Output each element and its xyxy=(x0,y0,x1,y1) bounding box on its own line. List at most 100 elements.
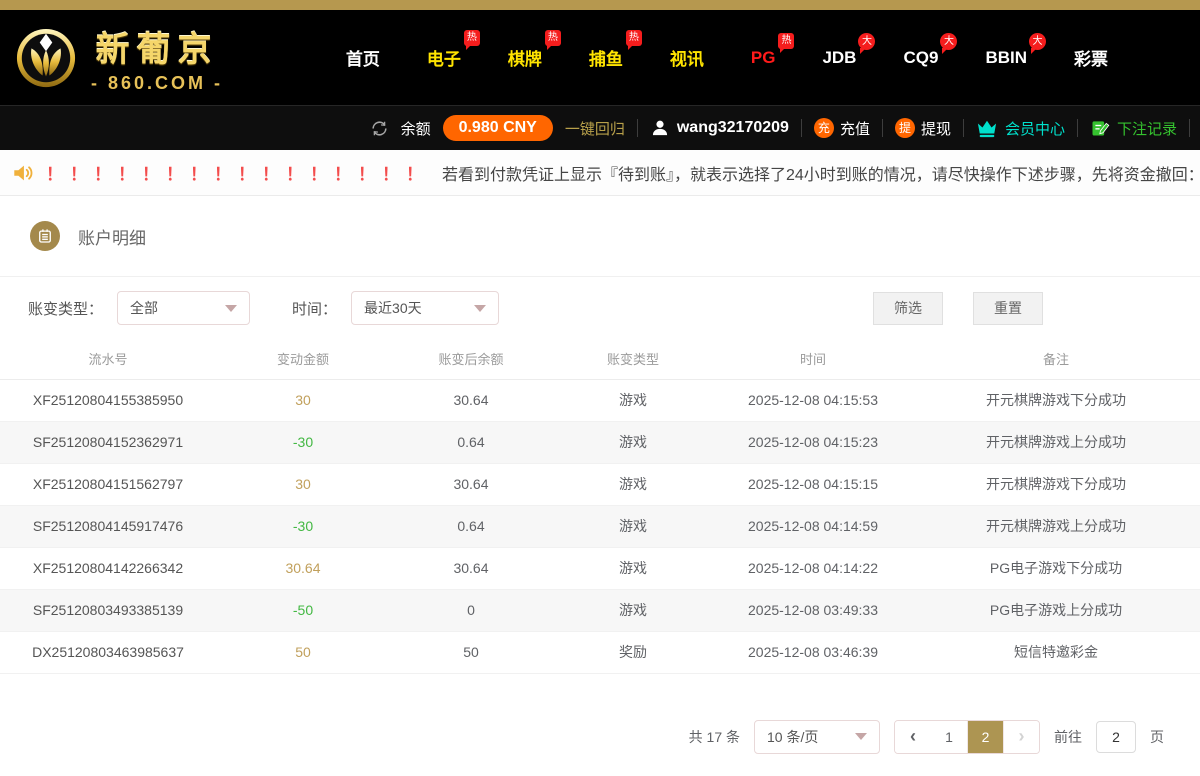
goto-label: 前往 xyxy=(1054,727,1082,747)
ledger-icon xyxy=(30,221,60,251)
withdraw-label: 提现 xyxy=(921,118,951,139)
column-header: 备注 xyxy=(912,339,1200,379)
cell-serial: XF25120804142266342 xyxy=(0,547,216,589)
goto-page-input[interactable] xyxy=(1096,721,1136,753)
prev-page-button[interactable]: ‹ xyxy=(895,721,931,753)
page-size-value: 10 条/页 xyxy=(767,727,818,747)
goto-unit: 页 xyxy=(1150,727,1164,747)
page-title-row: 账户明细 xyxy=(0,196,1200,277)
nav-item-9[interactable]: BBIN大 xyxy=(985,48,1027,68)
table-header: 流水号变动金额账变后余额账变类型时间备注 xyxy=(0,339,1200,379)
nav-item-3[interactable]: 棋牌热 xyxy=(508,45,542,70)
table-row: SF25120804145917476-300.64游戏2025-12-08 0… xyxy=(0,505,1200,547)
main-header: 新葡京 - 860.COM - 首页电子热棋牌热捕鱼热视讯PG热JDB大CQ9大… xyxy=(0,10,1200,105)
nav-item-label: 视讯 xyxy=(670,50,704,69)
cell-remark: 开元棋牌游戏上分成功 xyxy=(912,421,1200,463)
table-row: SF25120804152362971-300.64游戏2025-12-08 0… xyxy=(0,421,1200,463)
nav-item-1[interactable]: 首页 xyxy=(346,45,380,70)
cell-remark: 开元棋牌游戏下分成功 xyxy=(912,463,1200,505)
table-row: XF251208041515627973030.64游戏2025-12-08 0… xyxy=(0,463,1200,505)
nav-item-label: PG xyxy=(751,48,776,67)
cell-amount: -50 xyxy=(216,589,390,631)
nav-item-label: BBIN xyxy=(985,48,1027,67)
cell-amount: 50 xyxy=(216,631,390,673)
cell-type: 游戏 xyxy=(552,421,714,463)
cell-amount: -30 xyxy=(216,421,390,463)
filter-button[interactable]: 筛选 xyxy=(873,292,943,325)
cell-balance: 0.64 xyxy=(390,421,552,463)
nav-item-label: 首页 xyxy=(346,50,380,69)
table-row: DX251208034639856375050奖励2025-12-08 03:4… xyxy=(0,631,1200,673)
chevron-down-icon xyxy=(225,305,237,312)
pagination: 共 17 条 10 条/页 ‹ 12 › 前往 页 xyxy=(0,720,1200,754)
withdraw-button[interactable]: 提 提现 xyxy=(895,118,951,139)
cell-serial: SF25120804152362971 xyxy=(0,421,216,463)
table-header-row: 流水号变动金额账变后余额账变类型时间备注 xyxy=(0,339,1200,379)
nav-item-5[interactable]: 视讯 xyxy=(670,45,704,70)
divider xyxy=(1077,119,1078,137)
page-button-2[interactable]: 2 xyxy=(967,721,1003,753)
divider xyxy=(637,119,638,137)
username: wang32170209 xyxy=(677,119,789,137)
reset-button[interactable]: 重置 xyxy=(973,292,1043,325)
cell-balance: 0 xyxy=(390,589,552,631)
next-page-button[interactable]: › xyxy=(1003,721,1039,753)
nav-item-label: 电子 xyxy=(427,50,461,69)
cell-serial: SF25120803493385139 xyxy=(0,589,216,631)
column-header: 流水号 xyxy=(0,339,216,379)
big-badge-icon: 大 xyxy=(858,33,875,50)
total-count: 共 17 条 xyxy=(689,727,740,747)
member-center-button[interactable]: 会员中心 xyxy=(976,118,1065,139)
user-chip[interactable]: wang32170209 xyxy=(650,118,789,138)
page-size-select[interactable]: 10 条/页 xyxy=(754,720,880,754)
cell-amount: 30.64 xyxy=(216,547,390,589)
table-row: XF251208041553859503030.64游戏2025-12-08 0… xyxy=(0,379,1200,421)
site-logo[interactable]: 新葡京 - 860.COM - xyxy=(15,22,265,94)
bet-records-button[interactable]: 下注记录 xyxy=(1090,118,1177,139)
nav-item-8[interactable]: CQ9大 xyxy=(903,48,938,68)
notice-marquee: ！！！！！！！！！！！！！！！！ 若看到付款凭证上显示『待到账』，就表示选择了2… xyxy=(0,150,1200,196)
nav-item-4[interactable]: 捕鱼热 xyxy=(589,45,623,70)
logo-lotus-icon xyxy=(15,27,77,89)
nav-item-10[interactable]: 彩票 xyxy=(1074,45,1108,70)
cell-type: 游戏 xyxy=(552,505,714,547)
deposit-icon: 充 xyxy=(814,118,834,138)
deposit-label: 充值 xyxy=(840,118,870,139)
cell-type: 游戏 xyxy=(552,463,714,505)
cell-type: 奖励 xyxy=(552,631,714,673)
column-header: 时间 xyxy=(714,339,912,379)
hot-badge-icon: 热 xyxy=(626,30,642,46)
table-row: SF25120803493385139-500游戏2025-12-08 03:4… xyxy=(0,589,1200,631)
cell-balance: 0.64 xyxy=(390,505,552,547)
big-badge-icon: 大 xyxy=(940,33,957,50)
cell-serial: XF25120804151562797 xyxy=(0,463,216,505)
bet-records-icon xyxy=(1090,118,1110,138)
cell-amount: 30 xyxy=(216,463,390,505)
type-select[interactable]: 全部 xyxy=(117,291,250,325)
nav-item-7[interactable]: JDB大 xyxy=(822,48,856,68)
refresh-icon[interactable] xyxy=(370,119,389,138)
nav-item-label: 捕鱼 xyxy=(589,50,623,69)
nav-item-6[interactable]: PG热 xyxy=(751,48,776,68)
time-select[interactable]: 最近30天 xyxy=(351,291,499,325)
deposit-button[interactable]: 充 充值 xyxy=(814,118,870,139)
chevron-down-icon xyxy=(855,733,867,740)
column-header: 账变后余额 xyxy=(390,339,552,379)
nav-item-label: 棋牌 xyxy=(508,50,542,69)
cell-remark: PG电子游戏下分成功 xyxy=(912,547,1200,589)
cell-serial: SF25120804145917476 xyxy=(0,505,216,547)
withdraw-icon: 提 xyxy=(895,118,915,138)
logo-text: 新葡京 - 860.COM - xyxy=(91,22,223,94)
big-badge-icon: 大 xyxy=(1029,33,1046,50)
time-filter-label: 时间： xyxy=(292,298,337,319)
cell-balance: 50 xyxy=(390,631,552,673)
cell-time: 2025-12-08 04:15:23 xyxy=(714,421,912,463)
nav-item-2[interactable]: 电子热 xyxy=(427,45,461,70)
page-button-1[interactable]: 1 xyxy=(931,721,967,753)
cell-type: 游戏 xyxy=(552,379,714,421)
column-header: 账变类型 xyxy=(552,339,714,379)
logo-title: 新葡京 xyxy=(96,22,219,71)
cell-time: 2025-12-08 04:14:59 xyxy=(714,505,912,547)
one-key-return-button[interactable]: 一键回归 xyxy=(565,118,625,139)
balance-value: 0.980 CNY xyxy=(443,115,553,141)
